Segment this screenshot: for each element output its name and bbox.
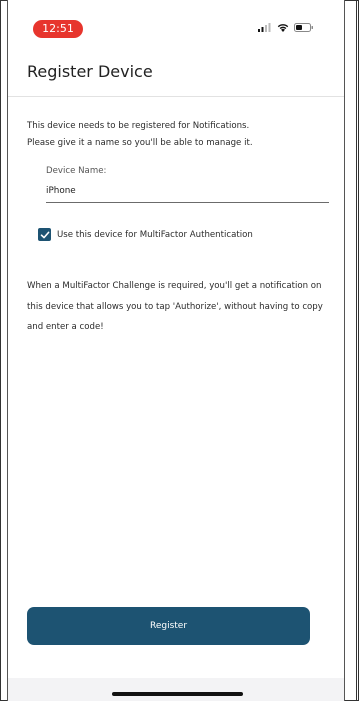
intro-text: This device needs to be registered for N… <box>27 118 327 152</box>
page-title: Register Device <box>27 62 153 81</box>
bottom-safe-area <box>8 678 344 701</box>
signal-icon <box>258 23 271 32</box>
status-time: 12:51 <box>33 20 83 38</box>
mfa-checkbox[interactable] <box>38 228 51 241</box>
intro-line-1: This device needs to be registered for N… <box>27 121 250 131</box>
status-icons <box>258 23 314 32</box>
register-button[interactable]: Register <box>27 607 310 645</box>
device-name-input[interactable] <box>46 180 329 203</box>
checkmark-icon <box>40 231 49 238</box>
frame-edge-right <box>344 0 345 701</box>
intro-line-2: Please give it a name so you'll be able … <box>27 138 253 148</box>
mfa-checkbox-row[interactable]: Use this device for MultiFactor Authenti… <box>38 228 253 241</box>
nav-header: Register Device <box>8 44 344 97</box>
mfa-explainer-text: When a MultiFactor Challenge is required… <box>27 281 323 332</box>
wifi-icon <box>277 24 289 32</box>
battery-icon <box>294 23 313 32</box>
device-name-label: Device Name: <box>46 166 107 176</box>
home-indicator[interactable] <box>112 692 243 696</box>
device-name-field: Device Name: <box>46 166 329 203</box>
status-bar: 12:51 <box>8 0 344 44</box>
phone-screen: 12:51 Register Device This device needs … <box>8 0 344 701</box>
frame-edge-outer-right <box>356 0 357 701</box>
mfa-checkbox-label: Use this device for MultiFactor Authenti… <box>57 229 253 240</box>
